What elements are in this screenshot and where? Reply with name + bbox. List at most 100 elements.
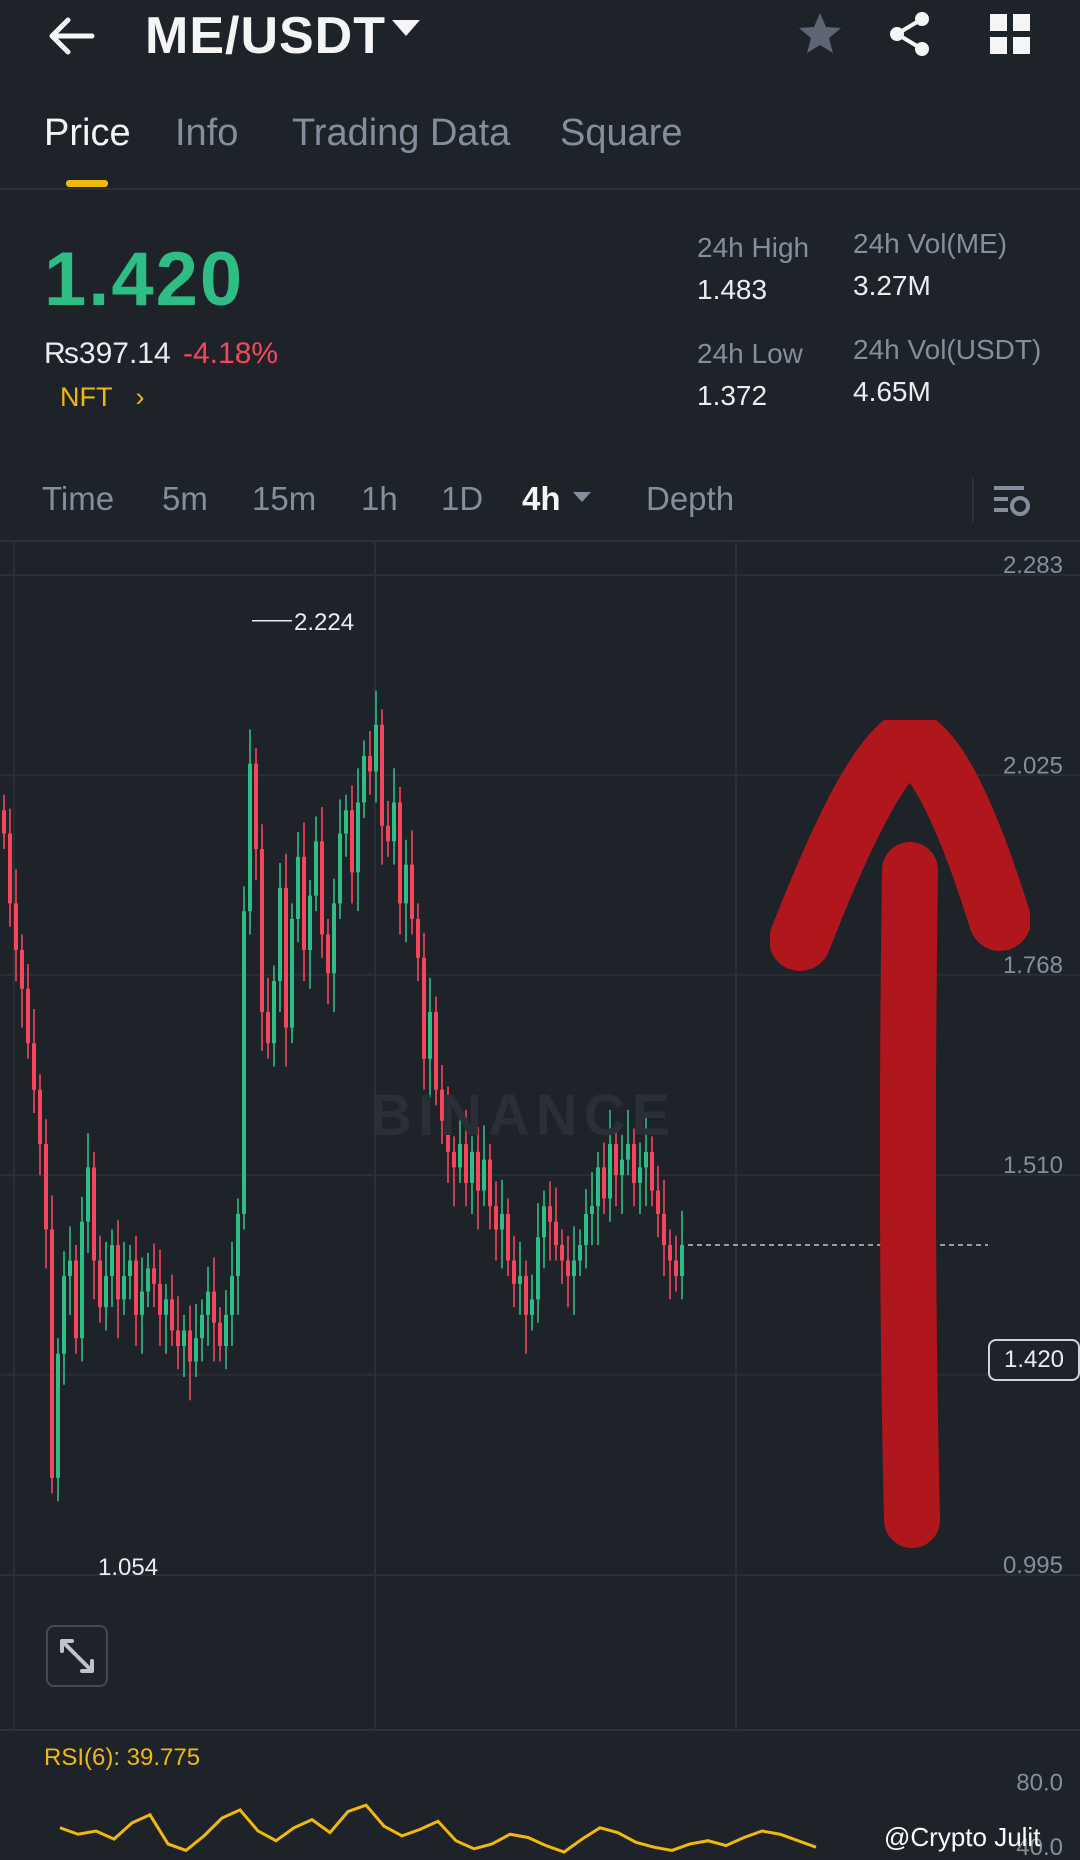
stat-high-label: 24h High	[697, 232, 810, 263]
candle-body	[386, 825, 390, 842]
candle-body	[566, 1260, 570, 1277]
candle-body	[488, 1159, 492, 1207]
candle-body	[140, 1291, 144, 1315]
candle-body	[344, 810, 348, 834]
candle-body	[158, 1283, 162, 1315]
expand-icon	[60, 1639, 94, 1673]
candle-body	[104, 1276, 108, 1308]
tab-square[interactable]: Square	[560, 112, 683, 155]
chart-settings-icon[interactable]	[992, 480, 1032, 520]
candle-body	[596, 1167, 600, 1207]
candle-body	[80, 1221, 84, 1339]
interval-4h[interactable]: 4h	[522, 480, 561, 518]
interval-time[interactable]: Time	[42, 480, 114, 518]
candle-body	[32, 1043, 36, 1090]
candle-body	[578, 1245, 582, 1261]
candle-body	[182, 1330, 186, 1346]
candle-body	[308, 895, 312, 950]
candle-body	[512, 1260, 516, 1284]
interval-1d[interactable]: 1D	[441, 480, 483, 518]
candle-body	[152, 1268, 156, 1284]
tab-info[interactable]: Info	[175, 112, 238, 155]
candle-body	[188, 1330, 192, 1362]
candle-body	[296, 856, 300, 919]
red-up-arrow-annotation	[770, 720, 1030, 1548]
candle-body	[392, 802, 396, 842]
candle-body	[224, 1314, 228, 1346]
candle-body	[128, 1260, 132, 1277]
candle-body	[380, 724, 384, 826]
candle-body	[302, 856, 306, 950]
candle-body	[548, 1206, 552, 1222]
candle-body	[560, 1245, 564, 1261]
candle-body	[176, 1330, 180, 1346]
candle-body	[464, 1144, 468, 1183]
credit-watermark: @Crypto Julit	[884, 1822, 1041, 1852]
grid-icon[interactable]	[984, 8, 1036, 60]
expand-chart-button[interactable]	[46, 1625, 108, 1687]
candle-body	[266, 1012, 270, 1044]
candle-body	[74, 1260, 78, 1339]
tab-trading-data[interactable]: Trading Data	[292, 112, 510, 155]
candle-body	[236, 1213, 240, 1277]
candle-body	[320, 841, 324, 935]
interval-5m[interactable]: 5m	[162, 480, 208, 518]
nft-tag-label: NFT	[60, 382, 112, 412]
candle-body	[110, 1245, 114, 1277]
candle-body	[68, 1260, 72, 1277]
candle-body	[410, 864, 414, 919]
interval-depth[interactable]: Depth	[646, 480, 734, 518]
candle-body	[416, 918, 420, 958]
high-value-label: 2.224	[294, 609, 354, 636]
chevron-down-icon[interactable]	[392, 20, 420, 36]
candle-body	[374, 724, 378, 772]
candle-body	[674, 1260, 678, 1277]
candle-body	[644, 1151, 648, 1168]
candle-body	[434, 1012, 438, 1090]
candle-body	[164, 1299, 168, 1315]
candle-body	[650, 1151, 654, 1191]
candle-body	[656, 1190, 660, 1214]
candle-body	[20, 950, 24, 989]
stat-high-value: 1.483	[697, 274, 768, 305]
candle-body	[602, 1167, 606, 1199]
candle-body	[452, 1151, 456, 1168]
share-icon[interactable]	[884, 8, 936, 60]
candle-body	[500, 1213, 504, 1230]
candle-body	[326, 934, 330, 974]
candle-body	[506, 1213, 510, 1261]
chevron-down-icon[interactable]	[573, 492, 591, 502]
rsi-label: RSI(6): 39.775	[44, 1744, 201, 1771]
candle-body	[170, 1299, 174, 1331]
nft-tag[interactable]: NFT ›	[60, 382, 145, 413]
candle-body	[92, 1167, 96, 1261]
candle-body	[530, 1299, 534, 1315]
interval-1h[interactable]: 1h	[361, 480, 398, 518]
candle-body	[470, 1151, 474, 1183]
candle-body	[314, 841, 318, 896]
candle-body	[398, 802, 402, 904]
arrow-left-icon[interactable]	[44, 8, 100, 64]
candle-body	[272, 981, 276, 1044]
candle-body	[482, 1159, 486, 1191]
interval-15m[interactable]: 15m	[252, 480, 316, 518]
candle-body	[362, 755, 366, 803]
pair-title[interactable]: ME/USDT	[145, 6, 386, 66]
candle-body	[608, 1144, 612, 1199]
candle-body	[62, 1276, 66, 1354]
stat-vol-base-value: 3.27M	[853, 270, 931, 301]
tab-price[interactable]: Price	[44, 112, 131, 155]
candle-body	[350, 810, 354, 873]
candle-body	[338, 833, 342, 904]
candle-body	[680, 1245, 684, 1277]
star-icon[interactable]	[794, 8, 846, 60]
candle-body	[476, 1151, 480, 1191]
fiat-price: ₨397.14	[44, 337, 171, 370]
candle-body	[536, 1237, 540, 1300]
candle-body	[50, 1229, 54, 1478]
candle-body	[422, 957, 426, 1059]
candle-body	[542, 1206, 546, 1238]
candle-body	[134, 1260, 138, 1315]
candle-body	[368, 755, 372, 772]
rsi-line	[59, 1803, 817, 1854]
